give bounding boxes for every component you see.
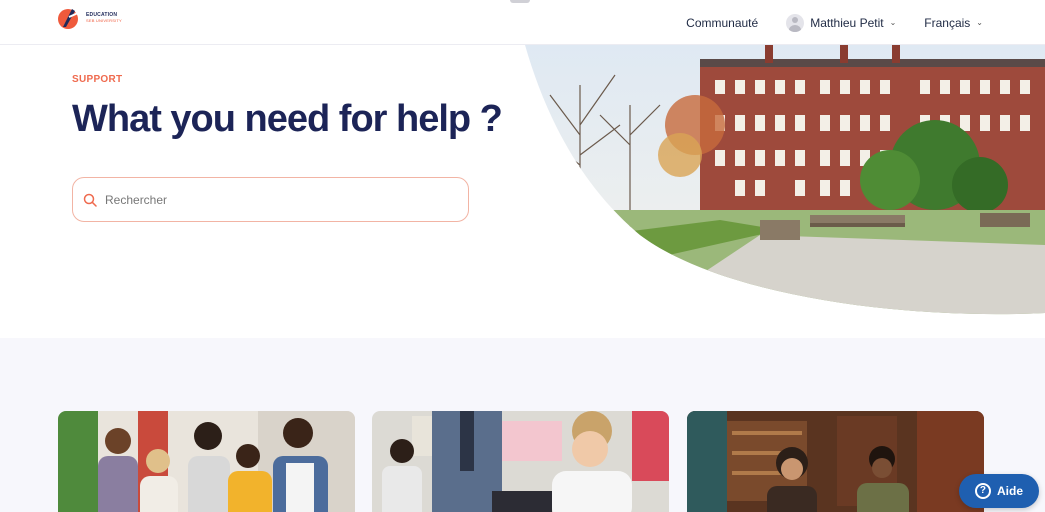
search-box[interactable] [72,177,469,222]
user-menu[interactable]: Matthieu Petit ⌄ [786,13,897,32]
language-label: Français [924,15,971,30]
nav-community-label: Communauté [686,15,759,30]
student-studying-photo [372,411,669,512]
logo[interactable]: EDUCATION SEB UNIVERSITY [56,5,122,31]
user-name: Matthieu Petit [810,15,884,30]
category-card-3[interactable] [687,411,984,512]
avatar [786,13,805,32]
nav-menu: Communauté Matthieu Petit ⌄ Français ⌄ [686,0,983,45]
students-group-photo [58,411,355,512]
page: EDUCATION SEB UNIVERSITY Communauté Matt… [0,0,1045,512]
campus-hero-image [525,45,1045,315]
question-circle-icon: ? [974,483,991,499]
help-button[interactable]: ? Aide [959,474,1039,508]
drag-handle [510,0,530,3]
search-input[interactable] [105,192,445,207]
search-icon [83,193,97,207]
logo-line-2: SEB UNIVERSITY [86,18,122,23]
nav-community-link[interactable]: Communauté [686,16,758,30]
hero-title: What you need for help ? [72,98,503,140]
chevron-down-icon: ⌄ [976,18,983,27]
help-button-label: Aide [996,484,1023,498]
library-students-photo [687,411,984,512]
logo-mark-icon [58,9,79,29]
category-card-2[interactable] [372,411,669,512]
language-selector[interactable]: Français ⌄ [924,16,983,30]
hero-eyebrow: SUPPORT [72,74,123,85]
category-card-1[interactable] [58,411,355,512]
chevron-down-icon: ⌄ [889,18,897,27]
top-navbar: EDUCATION SEB UNIVERSITY Communauté Matt… [0,0,1045,45]
